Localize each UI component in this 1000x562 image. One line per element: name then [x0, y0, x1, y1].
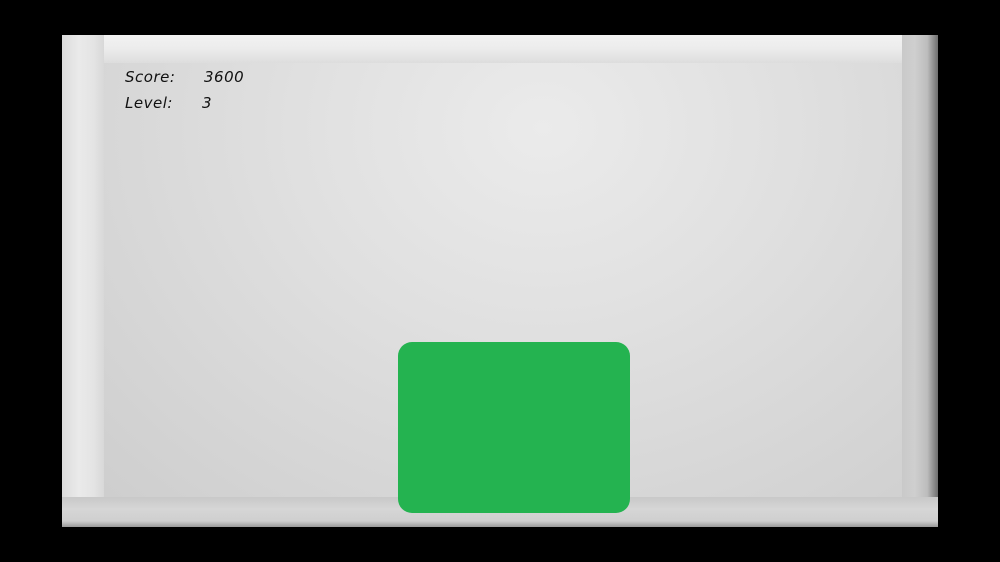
- score-value: 3600: [204, 68, 245, 86]
- game-screen: Score: 3600 Level: 3: [0, 0, 1000, 562]
- green-block[interactable]: [398, 342, 630, 513]
- level-value: 3: [202, 94, 213, 112]
- level-label: Level:: [125, 94, 173, 112]
- score-label: Score:: [125, 68, 176, 86]
- board-top-edge: [62, 35, 938, 63]
- board-left-edge: [62, 35, 104, 527]
- board-right-edge: [902, 35, 938, 527]
